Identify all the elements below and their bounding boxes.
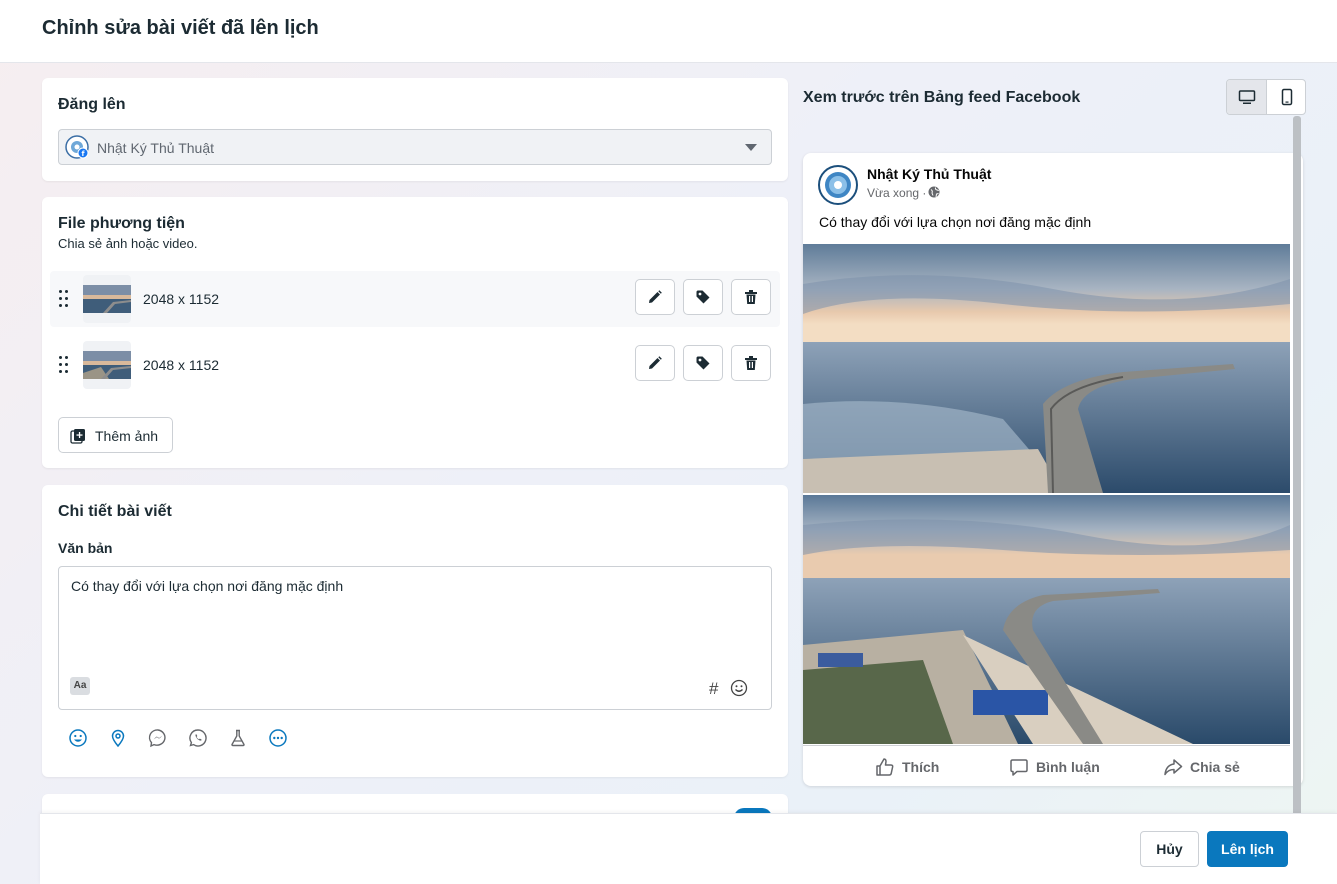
messenger-icon[interactable] [148,728,168,748]
post-to-section: Đăng lên f Nhật Ký Thủ Thuật [42,78,788,181]
preview-post-text: Có thay đổi với lựa chọn nơi đăng mặc đị… [819,214,1092,230]
media-dimensions: 2048 x 1152 [143,357,220,373]
media-thumbnail [83,341,131,389]
flask-icon[interactable] [228,728,248,748]
text-label: Văn bản [58,540,113,556]
share-icon [1164,759,1183,776]
media-subtitle: Chia sẻ ảnh hoặc video. [58,236,198,251]
globe-icon [928,186,940,198]
selected-page-name: Nhật Ký Thủ Thuật [97,140,214,156]
thumbs-up-icon [876,758,894,776]
page-select[interactable]: f Nhật Ký Thủ Thuật [58,129,772,165]
add-photo-label: Thêm ảnh [95,428,159,444]
media-title: File phương tiện [58,215,185,232]
text-format-button[interactable]: Aa [70,677,90,695]
page-avatar [818,165,858,205]
post-details-section: Chi tiết bài viết Văn bản Có thay đổi vớ… [42,485,788,777]
hashtag-button[interactable]: # [709,679,718,699]
mobile-icon [1281,88,1293,106]
drag-handle-icon[interactable] [59,290,69,308]
location-icon[interactable] [108,728,128,748]
tag-media-button[interactable] [683,279,723,315]
preview-timestamp: Vừa xong · [867,186,927,200]
footer-bar: Hủy Lên lịch [40,813,1337,884]
page-avatar: f [65,135,89,159]
pencil-icon [649,290,662,303]
tag-icon [696,290,710,304]
desktop-icon [1238,90,1256,104]
edit-media-button[interactable] [635,279,675,315]
trash-icon [745,290,757,304]
caret-down-icon [745,144,757,151]
delete-media-button[interactable] [731,279,771,315]
edit-media-button[interactable] [635,345,675,381]
preview-photo [803,495,1290,744]
pencil-icon [649,356,662,369]
preview-actions-bar: Thích Bình luận Chia sẻ [803,745,1290,786]
feeling-icon[interactable] [68,728,88,748]
comment-icon [1010,759,1028,776]
media-thumbnail [83,275,131,323]
preview-photo [803,244,1290,493]
post-text-value: Có thay đổi với lựa chọn nơi đăng mặc đị… [71,578,344,594]
tag-media-button[interactable] [683,345,723,381]
preview-device-toggle [1226,79,1306,115]
add-photo-icon [70,429,85,444]
post-text-input[interactable]: Có thay đổi với lựa chọn nơi đăng mặc đị… [58,566,772,710]
preview-page-name: Nhật Ký Thủ Thuật [867,166,992,182]
delete-media-button[interactable] [731,345,771,381]
media-dimensions: 2048 x 1152 [143,291,220,307]
preview-title: Xem trước trên Bảng feed Facebook [803,89,1081,106]
trash-icon [745,356,757,370]
media-section: File phương tiện Chia sẻ ảnh hoặc video.… [42,197,788,468]
preview-scrollbar[interactable] [1293,116,1301,816]
desktop-preview-button[interactable] [1227,80,1267,114]
post-details-title: Chi tiết bài viết [58,503,172,520]
more-options-icon[interactable] [268,728,288,748]
whatsapp-icon[interactable] [188,728,208,748]
mobile-preview-button[interactable] [1267,80,1305,114]
top-bar: Chỉnh sửa bài viết đã lên lịch [0,0,1337,63]
media-item: 2048 x 1152 [50,271,780,327]
cancel-button[interactable]: Hủy [1140,831,1199,867]
tag-icon [696,356,710,370]
post-to-title: Đăng lên [58,96,126,113]
drag-handle-icon[interactable] [59,356,69,374]
emoji-icon[interactable] [730,679,748,697]
facebook-post-preview: Nhật Ký Thủ Thuật Vừa xong · Có thay đổi… [803,153,1303,786]
media-item: 2048 x 1152 [50,337,780,393]
schedule-button[interactable]: Lên lịch [1207,831,1288,867]
add-photo-button[interactable]: Thêm ảnh [58,417,173,453]
page-title: Chỉnh sửa bài viết đã lên lịch [42,17,319,39]
